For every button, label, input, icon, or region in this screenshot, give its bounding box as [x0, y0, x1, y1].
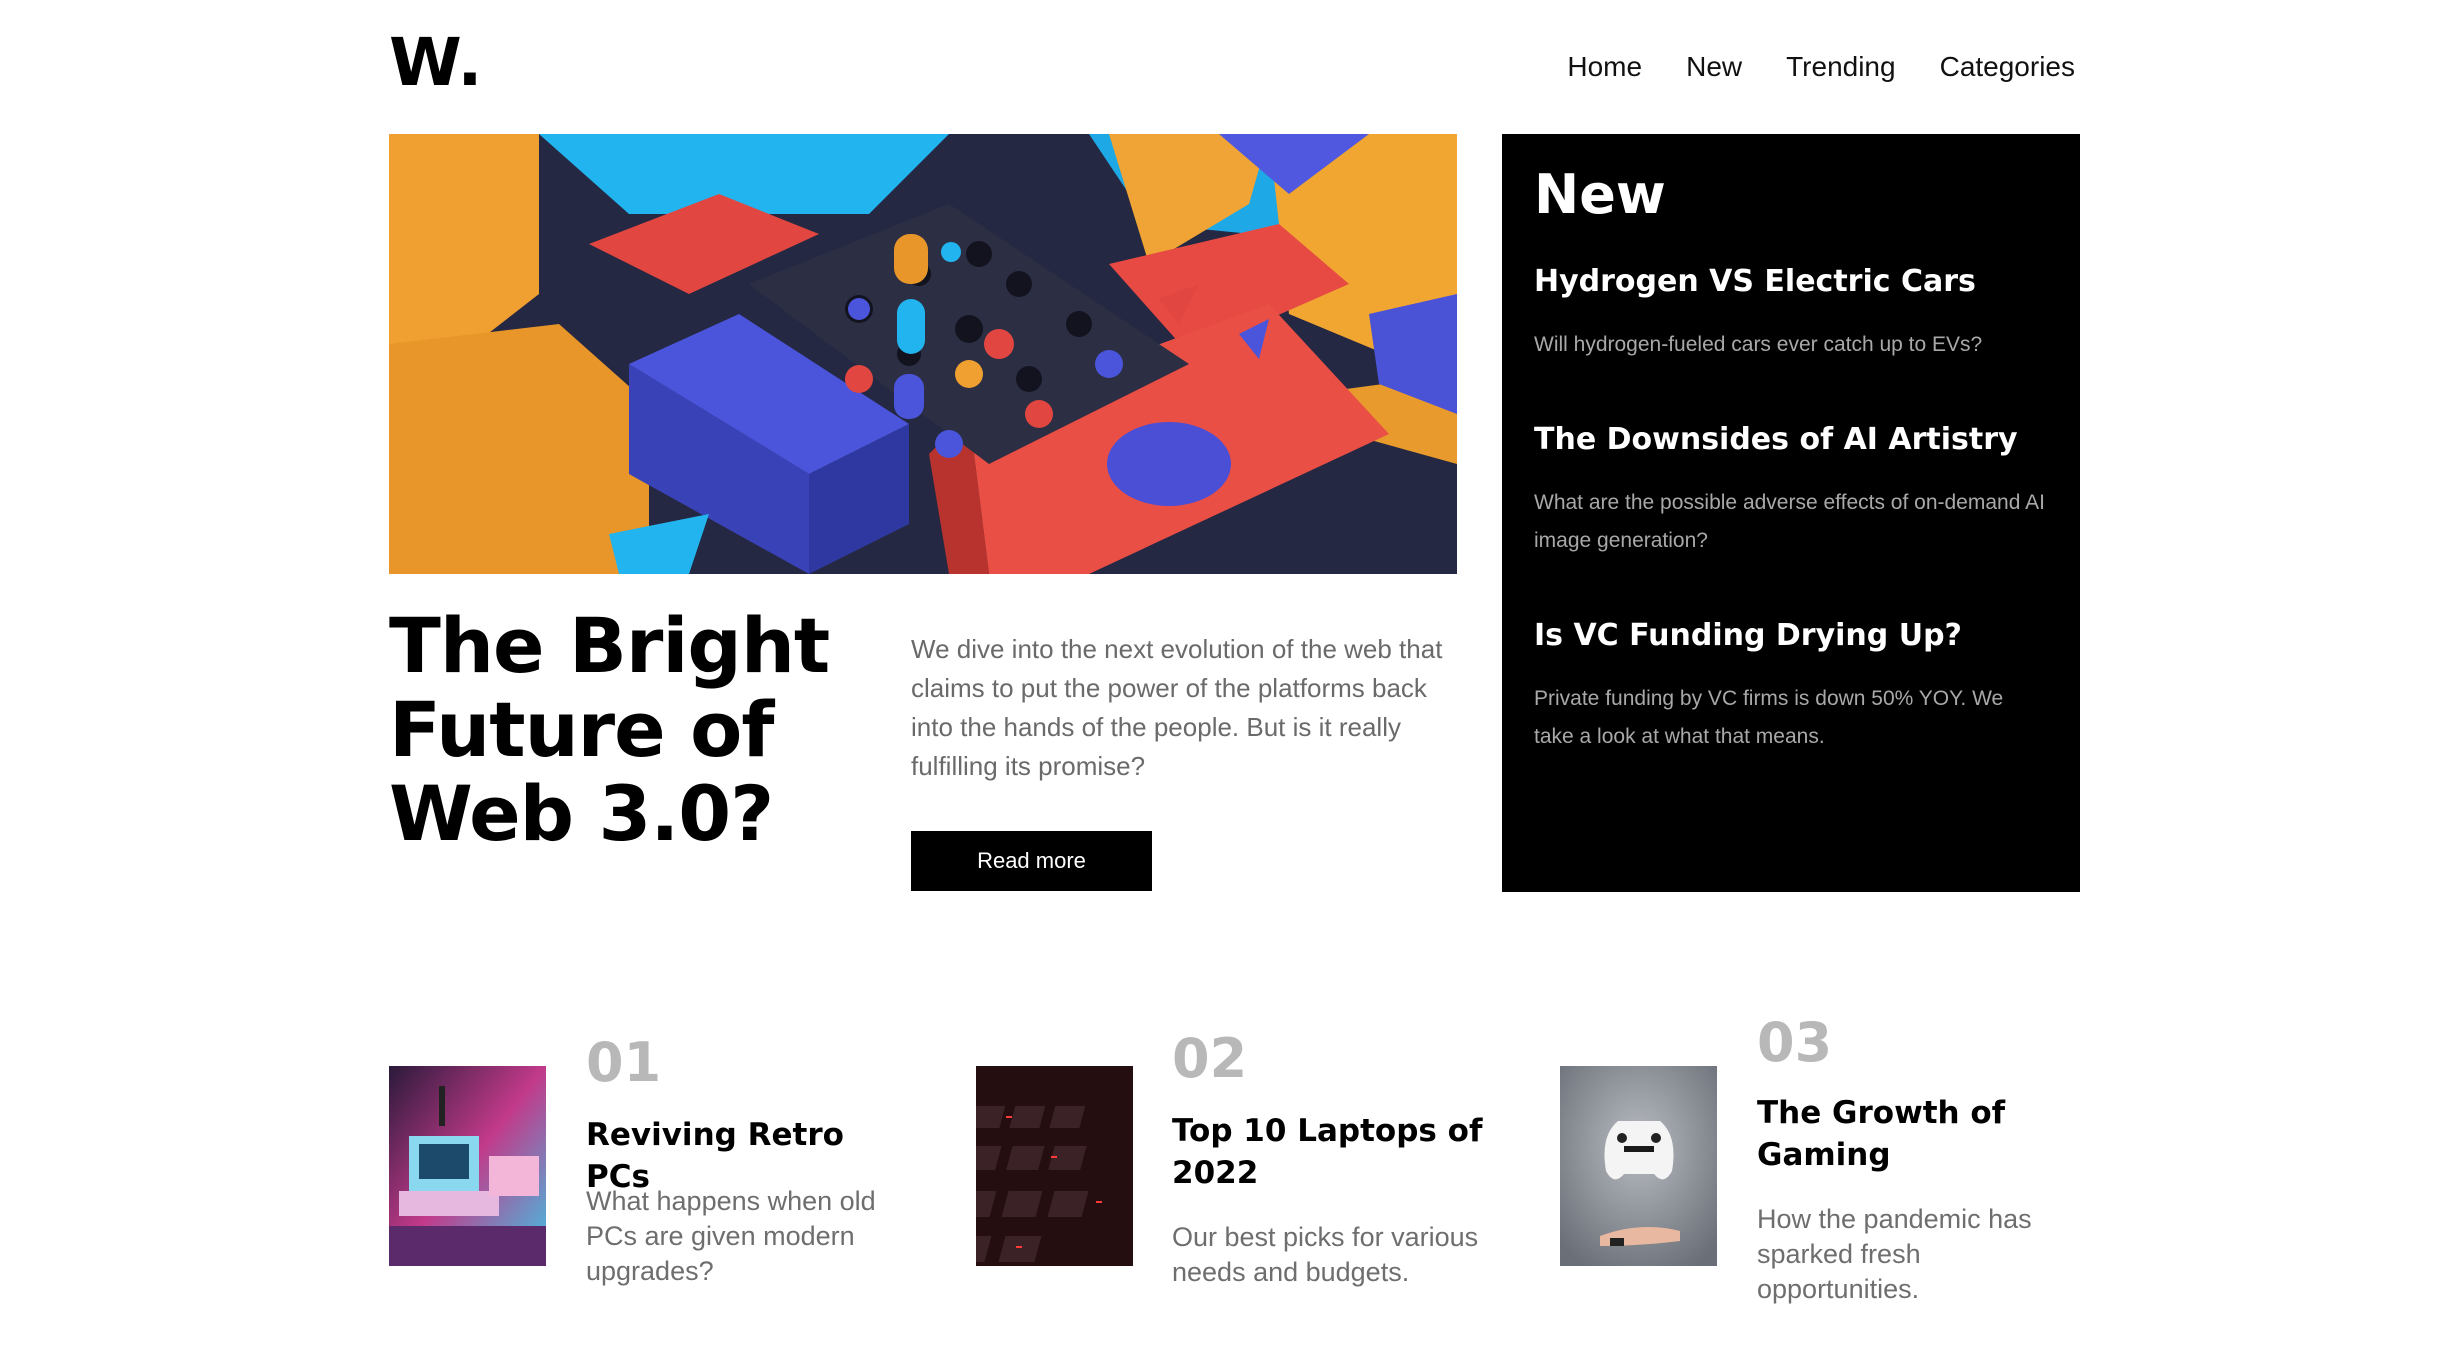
- article-number: 01: [586, 1031, 662, 1094]
- main-nav: Home New Trending Categories: [1567, 51, 2075, 83]
- nav-new[interactable]: New: [1686, 51, 1742, 83]
- article-thumbnail-retro-pcs[interactable]: [389, 1066, 546, 1266]
- read-more-button[interactable]: Read more: [911, 831, 1152, 891]
- article-description: Our best picks for various needs and bud…: [1172, 1222, 1479, 1287]
- article-description: What happens when old PCs are given mode…: [586, 1186, 876, 1286]
- article-thumbnail-gaming[interactable]: [1560, 1066, 1717, 1266]
- hero-title: The Bright Future of Web 3.0?: [389, 601, 830, 858]
- article-number: 03: [1757, 1011, 1833, 1074]
- article-title[interactable]: The Growth of Gaming: [1757, 1092, 2087, 1176]
- new-item-title[interactable]: Is VC Funding Drying Up?: [1534, 618, 2048, 654]
- article-thumbnail-laptops[interactable]: [976, 1066, 1133, 1266]
- nav-categories[interactable]: Categories: [1940, 51, 2075, 83]
- nav-home[interactable]: Home: [1567, 51, 1642, 83]
- hero-image: [389, 134, 1457, 574]
- new-item: The Downsides of AI Artistry What are th…: [1534, 422, 2048, 560]
- new-item-description: Will hydrogen-fueled cars ever catch up …: [1534, 333, 1983, 356]
- new-item-title[interactable]: The Downsides of AI Artistry: [1534, 422, 2048, 458]
- site-logo[interactable]: W.: [389, 30, 484, 96]
- new-panel: New Hydrogen VS Electric Cars Will hydro…: [1502, 134, 2080, 892]
- new-item-description: What are the possible adverse effects of…: [1534, 491, 2045, 552]
- new-item: Is VC Funding Drying Up? Private funding…: [1534, 618, 2048, 756]
- article-title[interactable]: Top 10 Laptops of 2022: [1172, 1110, 1502, 1194]
- new-item-title[interactable]: Hydrogen VS Electric Cars: [1534, 264, 2048, 300]
- article-description: How the pandemic has sparked fresh oppor…: [1757, 1204, 2032, 1304]
- article-number: 02: [1172, 1027, 1248, 1090]
- nav-trending[interactable]: Trending: [1786, 51, 1895, 83]
- new-item: Hydrogen VS Electric Cars Will hydrogen-…: [1534, 264, 2048, 364]
- new-item-description: Private funding by VC firms is down 50% …: [1534, 687, 2004, 748]
- new-panel-heading: New: [1534, 163, 1666, 226]
- hero-description: We dive into the next evolution of the w…: [911, 634, 1443, 781]
